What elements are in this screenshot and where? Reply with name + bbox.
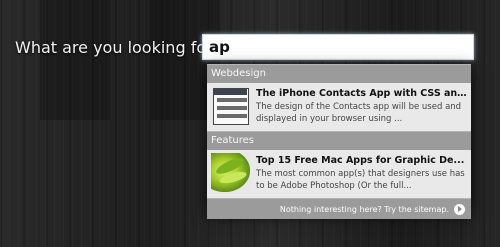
search-label: What are you looking for?	[15, 38, 222, 57]
result-item[interactable]: The iPhone Contacts App with CSS an... T…	[207, 83, 471, 131]
wood-plank	[40, 0, 110, 120]
dropdown-footer: Nothing interesting here? Try the sitema…	[207, 198, 471, 219]
arrow-right-circle-icon[interactable]	[454, 203, 465, 215]
result-description: The most common app(s) that designers us…	[256, 169, 465, 191]
category-header-webdesign: Webdesign	[207, 64, 471, 83]
green-leaf-thumbnail	[211, 153, 250, 192]
autocomplete-dropdown: Webdesign The iPhone Contacts App with C…	[207, 64, 471, 219]
result-description: The design of the Contacts app will be u…	[256, 102, 462, 124]
category-header-features: Features	[207, 131, 471, 150]
result-title[interactable]: The iPhone Contacts App with CSS an...	[256, 88, 467, 99]
result-item[interactable]: Top 15 Free Mac Apps for Graphic De... T…	[207, 150, 471, 198]
sitemap-link[interactable]: Nothing interesting here? Try the sitema…	[280, 205, 449, 214]
result-title[interactable]: Top 15 Free Mac Apps for Graphic De...	[256, 155, 467, 166]
iphone-contacts-thumbnail	[211, 86, 250, 125]
search-input[interactable]	[202, 34, 474, 60]
